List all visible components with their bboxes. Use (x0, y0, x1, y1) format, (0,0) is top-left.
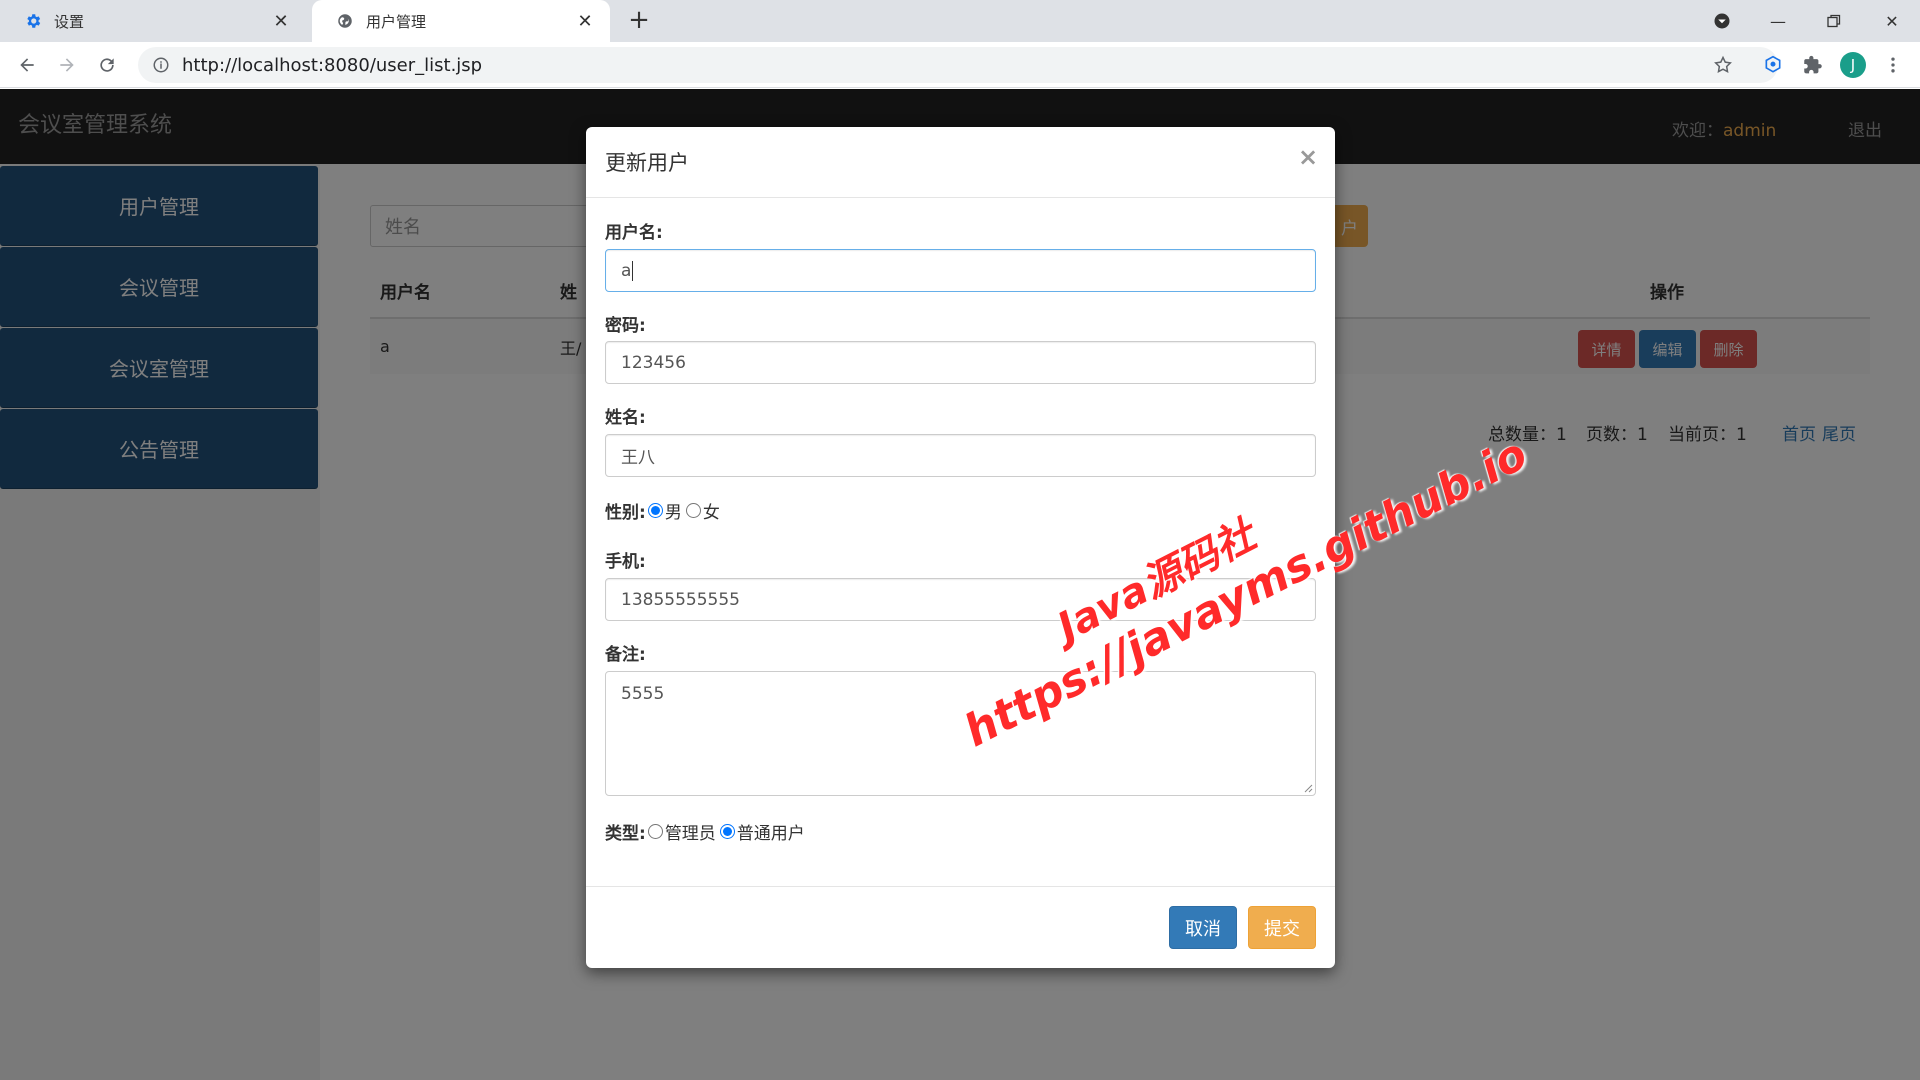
back-arrow-icon[interactable] (12, 50, 42, 80)
type-admin-label[interactable]: 管理员 (665, 819, 716, 844)
more-vert-icon[interactable] (1878, 50, 1908, 80)
minimize-icon[interactable]: — (1750, 0, 1806, 42)
forward-arrow-icon[interactable] (52, 50, 82, 80)
tab-user-management[interactable]: 用户管理 ✕ (312, 0, 610, 42)
url-text: http://localhost:8080/user_list.jsp (182, 54, 483, 76)
new-tab-button[interactable]: + (624, 6, 654, 36)
browser-toolbar: http://localhost:8080/user_list.jsp J (0, 42, 1920, 88)
update-user-modal: 更新用户 × 用户名: a 密码: 123456 姓名: 王八 性别: 男 女 … (586, 127, 1335, 968)
submit-button[interactable]: 提交 (1248, 906, 1316, 949)
address-bar[interactable]: http://localhost:8080/user_list.jsp (138, 47, 1778, 83)
bookmark-star-icon[interactable] (1708, 50, 1738, 80)
browser-tabstrip: 设置 ✕ 用户管理 ✕ + — ✕ (0, 0, 1920, 42)
restore-icon[interactable] (1806, 0, 1862, 42)
name-label: 姓名: (605, 408, 646, 428)
type-normal-user-radio[interactable] (719, 824, 735, 839)
gender-female-radio[interactable] (685, 503, 701, 518)
password-label: 密码: (605, 316, 646, 336)
gear-icon (24, 12, 42, 30)
globe-icon (336, 12, 354, 30)
type-normal-user-label[interactable]: 普通用户 (737, 819, 805, 844)
name-input[interactable]: 王八 (605, 434, 1316, 477)
username-label: 用户名: (605, 223, 663, 243)
gender-label: 性别: (605, 503, 646, 523)
extension-shield-icon[interactable] (1758, 50, 1788, 80)
cancel-button[interactable]: 取消 (1169, 906, 1237, 949)
gender-male-label[interactable]: 男 (665, 498, 682, 523)
gender-male-radio[interactable] (647, 503, 663, 518)
tab-settings[interactable]: 设置 ✕ (0, 0, 306, 42)
close-icon[interactable]: × (1298, 143, 1318, 171)
reload-icon[interactable] (92, 50, 122, 80)
modal-title: 更新用户 (605, 151, 689, 175)
extensions-puzzle-icon[interactable] (1798, 50, 1828, 80)
text-caret (632, 260, 634, 281)
tab-label: 设置 (54, 12, 85, 31)
profile-avatar[interactable]: J (1838, 50, 1868, 80)
tab-label: 用户管理 (366, 12, 427, 31)
gender-radio-group: 性别: 男 女 (605, 498, 722, 523)
modal-header: 更新用户 × (586, 127, 1335, 198)
close-icon[interactable]: ✕ (576, 11, 594, 32)
username-input[interactable]: a (605, 249, 1316, 292)
tab-search-icon[interactable] (1694, 0, 1750, 42)
type-admin-radio[interactable] (647, 824, 663, 839)
type-radio-group: 类型: 管理员 普通用户 (605, 819, 807, 844)
password-input[interactable]: 123456 (605, 341, 1316, 384)
avatar: J (1840, 52, 1866, 78)
info-icon[interactable] (152, 56, 170, 74)
modal-footer: 取消 提交 (586, 886, 1335, 968)
remark-label: 备注: (605, 645, 646, 665)
type-label: 类型: (605, 824, 646, 844)
close-icon[interactable]: ✕ (272, 11, 290, 32)
window-close-icon[interactable]: ✕ (1864, 0, 1920, 42)
resize-grip-icon[interactable] (1303, 783, 1313, 793)
phone-input[interactable]: 13855555555 (605, 578, 1316, 621)
remark-textarea[interactable]: 5555 (605, 671, 1316, 796)
phone-label: 手机: (605, 552, 646, 572)
gender-female-label[interactable]: 女 (703, 498, 720, 523)
